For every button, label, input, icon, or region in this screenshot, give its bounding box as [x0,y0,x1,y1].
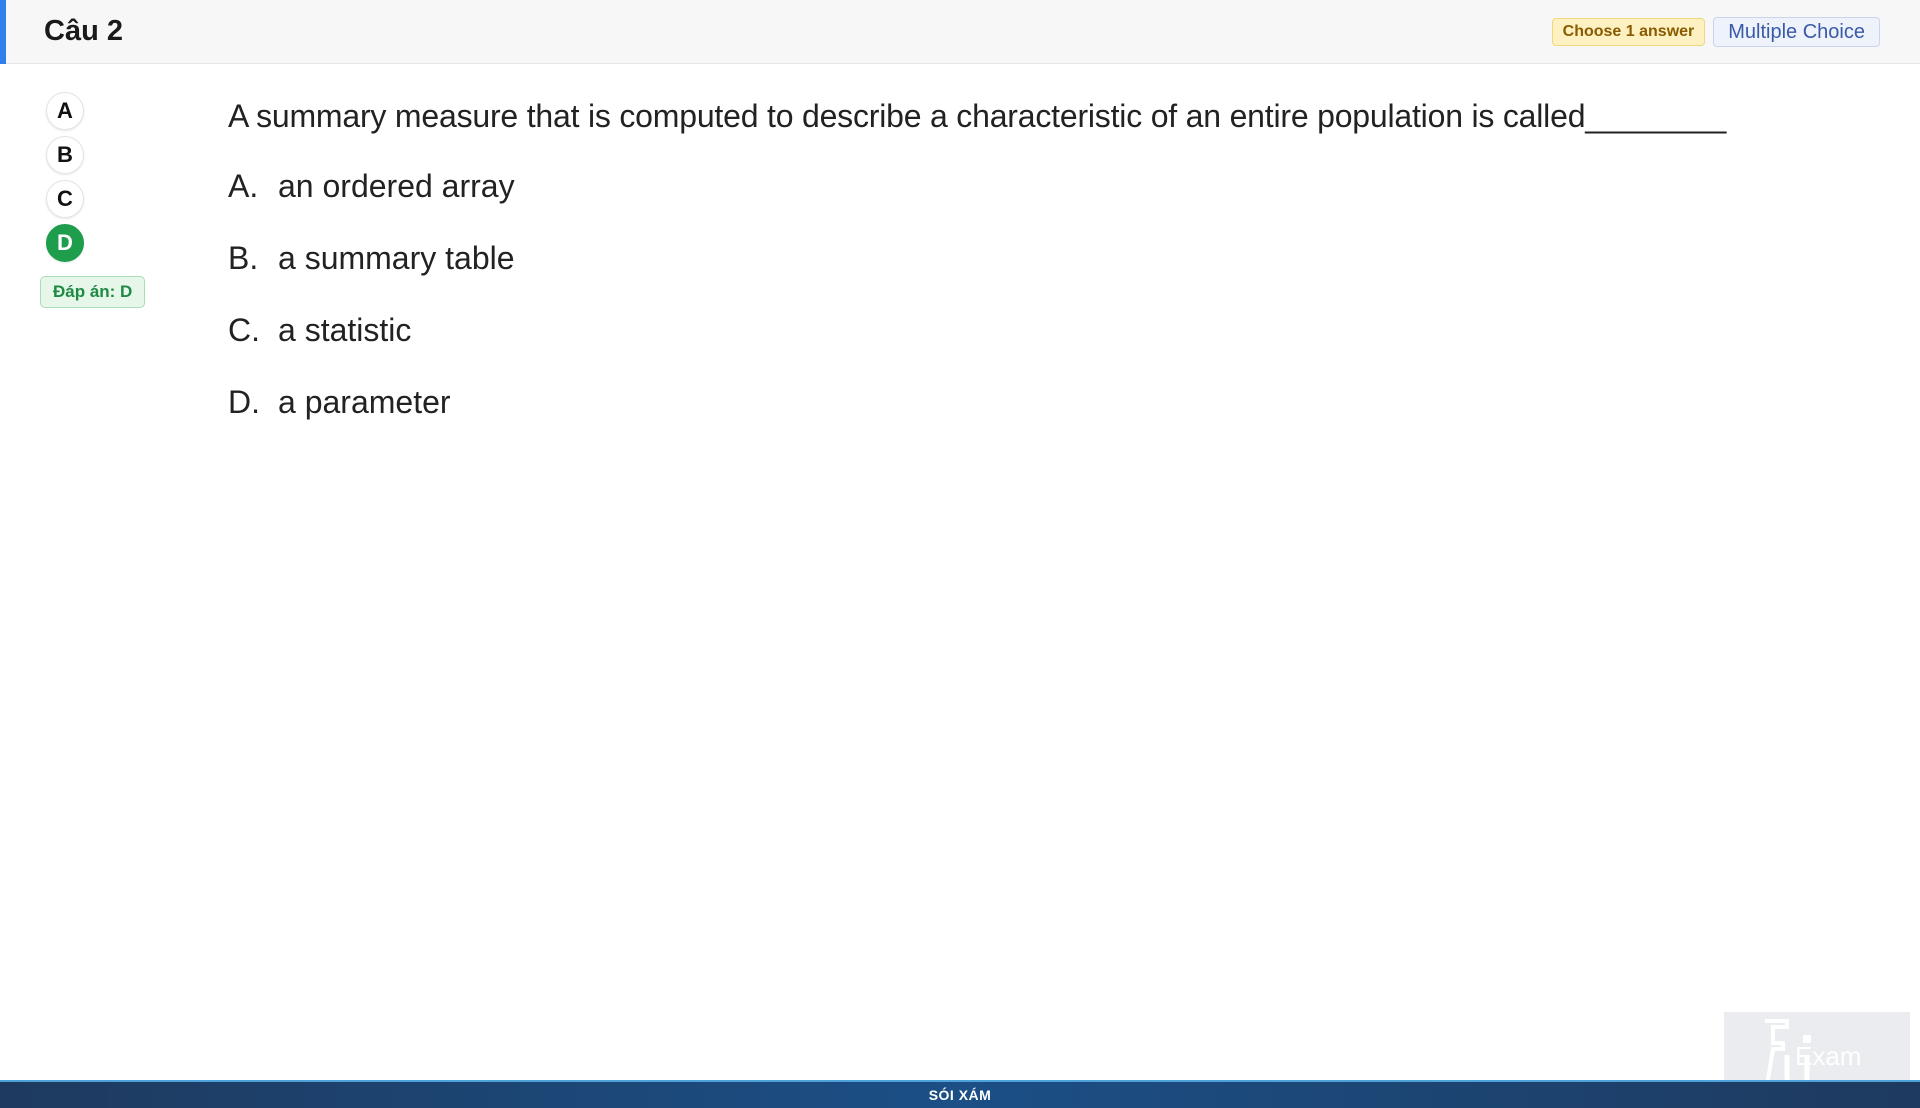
header-accent-bar [0,0,6,64]
choice-text: an ordered array [278,168,515,204]
choose-count-badge: Choose 1 answer [1551,18,1706,46]
question-content: A summary measure that is computed to de… [228,92,1828,450]
logo-text: Exam [1795,1041,1861,1071]
footer-bar: SÓI XÁM [0,1080,1920,1108]
answer-option-a[interactable]: A [46,92,84,130]
correct-answer-badge: Đáp án: D [40,276,146,308]
choice-text: a statistic [278,312,412,348]
choice-text: a summary table [278,240,515,276]
choice-letter: D. [228,384,260,420]
choice-a[interactable]: A. an ordered array [228,162,1828,210]
question-header: Câu 2 Choose 1 answer Multiple Choice [0,0,1920,64]
answer-option-c[interactable]: C [46,180,84,218]
choice-letter: C. [228,312,260,348]
choice-d[interactable]: D. a parameter [228,378,1828,426]
answer-selector: A B C D Đáp án: D [40,92,160,308]
header-badges: Choose 1 answer Multiple Choice [1551,17,1880,47]
choice-c[interactable]: C. a statistic [228,306,1828,354]
answer-option-b[interactable]: B [46,136,84,174]
choice-letter: A. [228,168,259,204]
choice-letter: B. [228,240,259,276]
answer-option-d-selected[interactable]: D [46,224,84,262]
question-text: A summary measure that is computed to de… [228,98,1727,134]
choice-text: a parameter [278,384,451,420]
choice-b[interactable]: B. a summary table [228,234,1828,282]
question-type-badge: Multiple Choice [1713,17,1880,47]
footer-text: SÓI XÁM [928,1087,992,1103]
question-number-title: Câu 2 [44,15,123,47]
